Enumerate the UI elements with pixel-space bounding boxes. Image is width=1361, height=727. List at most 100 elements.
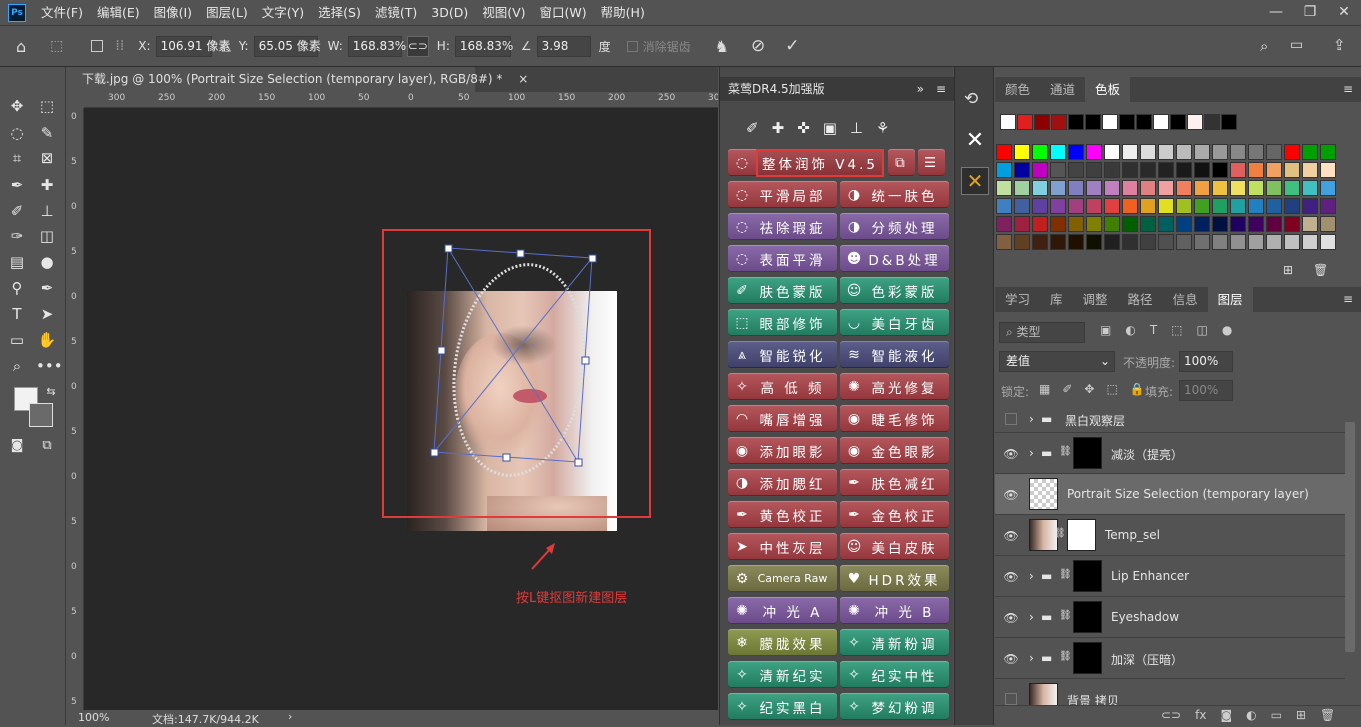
swatch[interactable]	[1194, 216, 1210, 232]
history-panel-icon[interactable]: ⟲	[964, 89, 978, 109]
swatch[interactable]	[1212, 180, 1228, 196]
menu-item[interactable]: 选择(S)	[311, 0, 368, 25]
expand-chevron-icon[interactable]: ›	[1029, 412, 1034, 426]
link-layers-icon[interactable]: ⊂⊃	[1161, 708, 1181, 722]
hand-tool-icon[interactable]: ✋	[36, 329, 58, 351]
swatch[interactable]	[1158, 234, 1174, 250]
plugin-button[interactable]: ⚙ Camera Raw	[728, 565, 837, 592]
swatch[interactable]	[1014, 198, 1030, 214]
layer-mask-thumbnail[interactable]	[1073, 601, 1102, 633]
swatch[interactable]	[1158, 162, 1174, 178]
swatch[interactable]	[1266, 162, 1282, 178]
layer-row[interactable]: 👁 ⛓ Temp_sel	[995, 515, 1345, 556]
brush-tool-icon[interactable]: ✐	[6, 200, 28, 222]
plugin-button[interactable]: ◠ 嘴唇增强	[728, 405, 837, 432]
menu-item[interactable]: 窗口(W)	[533, 0, 594, 25]
swatch[interactable]	[1122, 180, 1138, 196]
layer-row[interactable]: 👁 Portrait Size Selection (temporary laye…	[995, 474, 1345, 515]
swatch[interactable]	[1221, 114, 1237, 130]
swatch[interactable]	[1014, 216, 1030, 232]
swatch[interactable]	[1248, 180, 1264, 196]
swatch[interactable]	[1086, 234, 1102, 250]
swap-colors-icon[interactable]: ⇆	[40, 381, 62, 403]
swatch[interactable]	[1014, 162, 1030, 178]
adjustment-layer-icon[interactable]: ◐	[1246, 708, 1256, 722]
clone-icon[interactable]: ⚘	[876, 119, 889, 137]
plugin-cross-icon[interactable]: ✕	[961, 167, 989, 195]
swatch[interactable]	[1068, 114, 1084, 130]
swatch[interactable]	[1104, 162, 1120, 178]
expand-chevron-icon[interactable]: ›	[1029, 446, 1034, 460]
visibility-eye-icon[interactable]	[1005, 413, 1017, 425]
swatch[interactable]	[1212, 162, 1228, 178]
swatch[interactable]	[1194, 234, 1210, 250]
blur-tool-icon[interactable]: ●	[36, 251, 58, 273]
antialias-checkbox[interactable]	[626, 40, 638, 52]
swatch[interactable]	[1102, 114, 1118, 130]
swatch[interactable]	[1104, 216, 1120, 232]
swatch[interactable]	[1212, 144, 1228, 160]
plugin-button[interactable]: ✺ 高光修复	[840, 373, 949, 400]
swatch[interactable]	[1266, 180, 1282, 196]
swatch-grid[interactable]	[995, 102, 1361, 292]
swatch[interactable]	[1266, 198, 1282, 214]
crop-tool-icon[interactable]: ⌗	[6, 147, 28, 169]
tab-swatches[interactable]: 颜色	[995, 77, 1040, 102]
mask-link-icon[interactable]: ⛓	[1059, 651, 1072, 662]
expand-chevron-icon[interactable]: ›	[1029, 651, 1034, 665]
layer-mask-thumbnail[interactable]	[1073, 437, 1102, 469]
plugin-button[interactable]: ◑ 分频处理	[840, 213, 949, 240]
plugin-button[interactable]: ⬚ 眼部修饰	[728, 309, 837, 336]
swatch[interactable]	[996, 162, 1012, 178]
smart-filter-icon[interactable]: ◫	[1197, 323, 1208, 337]
swatch[interactable]	[1153, 114, 1169, 130]
puppet-warp-icon[interactable]: ♞	[715, 37, 729, 56]
swatch[interactable]	[1170, 114, 1186, 130]
swatch[interactable]	[996, 234, 1012, 250]
eraser-icon[interactable]: ◫	[36, 225, 58, 247]
bandage-icon[interactable]: ✚	[772, 119, 785, 137]
plugin-button[interactable]: ➤ 中性灰层	[728, 533, 837, 560]
menu-item[interactable]: 帮助(H)	[594, 0, 652, 25]
lock-paint-icon[interactable]: ✐	[1062, 382, 1072, 396]
swatch[interactable]	[1122, 234, 1138, 250]
cancel-transform-icon[interactable]: ⊘	[751, 36, 765, 56]
screen-mode-icon[interactable]: ⧉	[36, 435, 58, 457]
menu-item[interactable]: 滤镜(T)	[368, 0, 424, 25]
mask-link-icon[interactable]: ⛓	[1059, 446, 1072, 457]
swatch[interactable]	[1140, 180, 1156, 196]
mask-link-icon[interactable]: ⛓	[1059, 610, 1072, 621]
swatch[interactable]	[1158, 180, 1174, 196]
swatch[interactable]	[1000, 114, 1016, 130]
menu-item[interactable]: 图像(I)	[147, 0, 199, 25]
swatch[interactable]	[1158, 216, 1174, 232]
adjust-filter-icon[interactable]: ◐	[1125, 323, 1135, 337]
swatch[interactable]	[1176, 144, 1192, 160]
tab-swatches[interactable]: 通道	[1040, 77, 1085, 102]
settings-button[interactable]: ☰	[918, 149, 945, 176]
swatch[interactable]	[1176, 198, 1192, 214]
plugin-button[interactable]: ✒ 黄色校正	[728, 501, 837, 528]
swatch[interactable]	[1187, 114, 1203, 130]
swatch[interactable]	[1050, 234, 1066, 250]
swatch[interactable]	[1194, 144, 1210, 160]
swatch[interactable]	[1302, 180, 1318, 196]
lock-move-icon[interactable]: ✥	[1084, 382, 1094, 396]
layer-mask-thumbnail[interactable]	[1073, 560, 1102, 592]
pen-tool-icon[interactable]: ✒	[36, 277, 58, 299]
expand-chevron-icon[interactable]: ›	[1029, 569, 1034, 583]
tools-cross-icon[interactable]: ✕	[961, 127, 989, 155]
swatch[interactable]	[1230, 216, 1246, 232]
menu-item[interactable]: 编辑(E)	[90, 0, 147, 25]
swatch[interactable]	[1122, 144, 1138, 160]
mask-link-icon[interactable]: ⛓	[1059, 569, 1072, 580]
swatch[interactable]	[1230, 144, 1246, 160]
menu-item[interactable]: 视图(V)	[475, 0, 532, 25]
swatch[interactable]	[1248, 216, 1264, 232]
layer-row[interactable]: 👁 › ▬ ⛓ 减淡（提亮）	[995, 433, 1345, 474]
path-select-icon[interactable]: ➤	[36, 303, 58, 325]
swatch[interactable]	[1086, 144, 1102, 160]
stamp-tool-icon[interactable]: ⊥	[36, 200, 58, 222]
swatch[interactable]	[1068, 144, 1084, 160]
visibility-eye-icon[interactable]: 👁	[1003, 488, 1019, 502]
